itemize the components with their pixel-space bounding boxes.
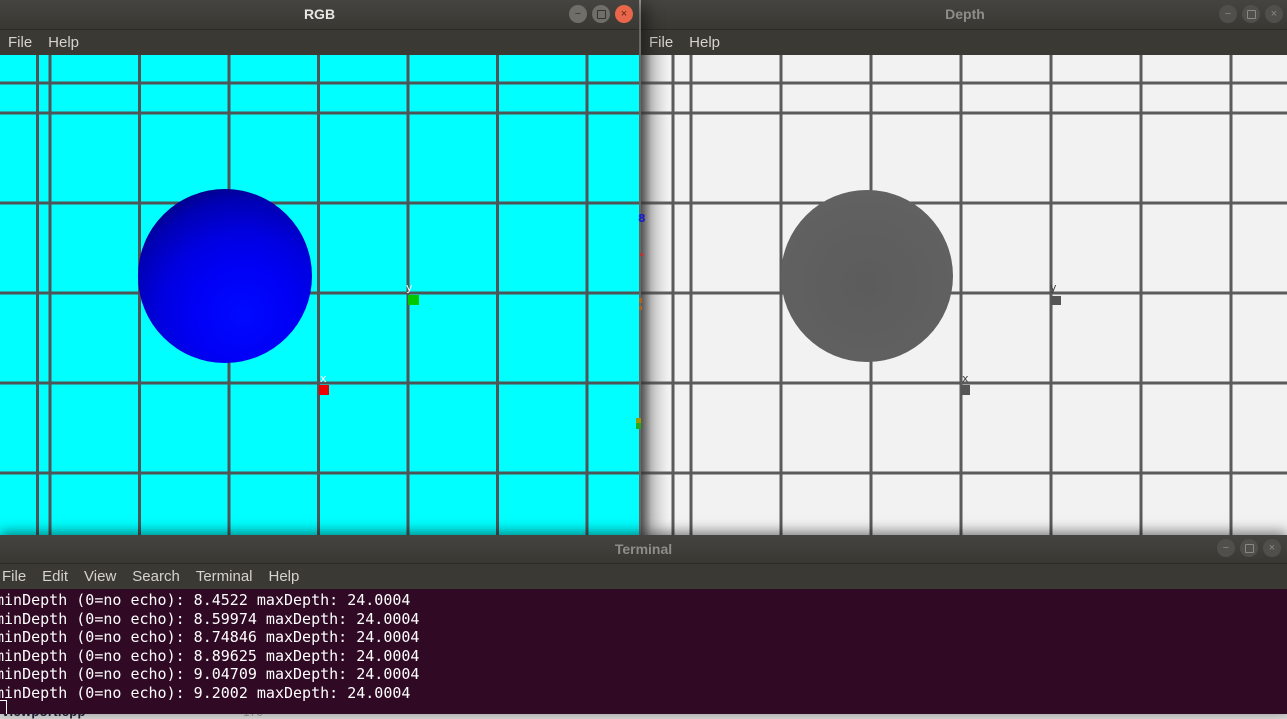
x-axis-marker [319,385,329,395]
green-mark-artifact [636,423,641,429]
close-button[interactable]: × [1265,5,1283,23]
terminal-window-title: Terminal [0,535,1287,563]
depth-window: Depth − × File Help y x [639,0,1287,535]
y-axis-marker [1051,296,1061,305]
maximize-icon [1247,10,1256,19]
depth-window-title: Depth [641,0,1287,29]
terminal-window: Terminal − × File Edit View Search Termi… [0,535,1287,714]
orange-mark-artifact [639,306,642,310]
terminal-line: minDepth (0=no echo): 9.04709 maxDepth: … [0,665,1287,684]
menu-help[interactable]: Help [261,564,308,589]
maximize-button[interactable] [592,5,610,23]
rgb-menubar: File Help [0,30,639,55]
close-button[interactable]: × [615,5,633,23]
rgb-window-title: RGB [0,0,639,29]
terminal-output[interactable]: minDepth (0=no echo): 8.4522 maxDepth: 2… [0,589,1287,714]
terminal-line: minDepth (0=no echo): 8.89625 maxDepth: … [0,647,1287,666]
terminal-line: minDepth (0=no echo): 9.2002 maxDepth: 2… [0,684,1287,703]
x-axis-marker [961,385,970,395]
blue-sphere [138,189,312,363]
menu-help[interactable]: Help [681,30,728,55]
depth-titlebar[interactable]: Depth − × [641,0,1287,30]
rgb-window: RGB − × File Help y x [0,0,639,535]
terminal-line: minDepth (0=no echo): 8.4522 maxDepth: 2… [0,591,1287,610]
menu-edit[interactable]: Edit [34,564,76,589]
terminal-menubar: File Edit View Search Terminal Help [0,564,1287,589]
y-axis-label: y [406,283,413,293]
terminal-line: minDepth (0=no echo): 8.59974 maxDepth: … [0,610,1287,629]
close-icon: × [1269,539,1275,557]
window-edge-shadow [641,55,669,535]
maximize-icon [597,10,606,19]
menu-search[interactable]: Search [124,564,188,589]
menu-file[interactable]: File [641,30,681,55]
desktop: RGB − × File Help y x Depth [0,0,1287,719]
menu-file[interactable]: File [0,564,34,589]
orange-mark-artifact [639,298,642,303]
menu-terminal[interactable]: Terminal [188,564,261,589]
terminal-cursor [0,700,7,714]
rgb-titlebar[interactable]: RGB − × [0,0,639,30]
minimize-button[interactable]: − [569,5,587,23]
close-button[interactable]: × [1263,539,1281,557]
depth-viewport[interactable]: y x [641,55,1287,535]
gray-sphere [781,190,953,362]
maximize-button[interactable] [1242,5,1260,23]
menu-view[interactable]: View [76,564,124,589]
maximize-icon [1245,544,1254,553]
menu-file[interactable]: File [0,30,40,55]
y-axis-label: y [1050,283,1057,293]
minimize-button[interactable]: − [1217,539,1235,557]
minimize-icon: − [1225,5,1231,23]
depth-menubar: File Help [641,30,1287,55]
x-axis-label: x [320,374,327,384]
terminal-line: minDepth (0=no echo): 8.74846 maxDepth: … [0,628,1287,647]
minimize-button[interactable]: − [1219,5,1237,23]
close-icon: × [1271,5,1277,23]
x-axis-label: x [962,374,969,384]
menu-help[interactable]: Help [40,30,87,55]
close-icon: × [621,5,627,23]
minimize-icon: − [575,5,581,23]
terminal-titlebar[interactable]: Terminal − × [0,535,1287,564]
red-dot-artifact [640,253,643,256]
rgb-viewport[interactable]: y x [0,55,639,535]
y-axis-marker [408,295,419,305]
blue-glyph-artifact: 8 [638,212,646,225]
minimize-icon: − [1223,539,1229,557]
maximize-button[interactable] [1240,539,1258,557]
